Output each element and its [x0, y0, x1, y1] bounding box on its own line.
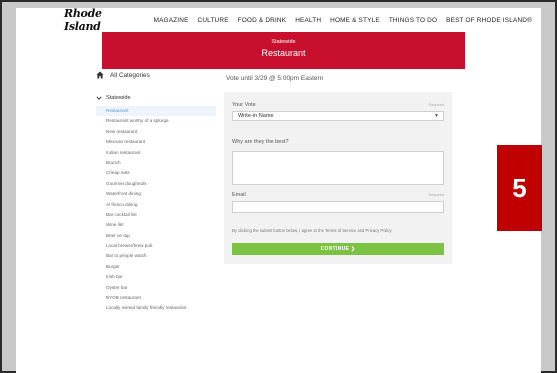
all-categories-link[interactable]: All Categories [96, 70, 216, 80]
category-item[interactable]: Mexican restaurant [96, 137, 216, 147]
vote-deadline: Vote until 3/29 @ 5:00pm Eastern [226, 75, 324, 82]
nav-item-culture[interactable]: CULTURE [198, 17, 229, 24]
required-marker: Required [428, 193, 444, 197]
your-vote-row: Your Vote Required [232, 102, 444, 108]
category-item[interactable]: Burger [96, 262, 216, 272]
category-item[interactable]: Waterfront dining [96, 189, 216, 199]
category-item[interactable]: Irish bar [96, 272, 216, 282]
nav-item-home-style[interactable]: HOME & STYLE [330, 17, 380, 24]
category-item-active[interactable]: Restaurant [96, 106, 216, 117]
category-item[interactable]: Beer on tap [96, 231, 216, 241]
top-nav: Rhode Island MAGAZINE CULTURE FOOD & DRI… [16, 8, 541, 33]
category-title: Restaurant [261, 48, 306, 58]
why-textarea[interactable] [232, 151, 444, 185]
email-label: Email [232, 192, 246, 198]
step-number-badge: 5 [497, 145, 542, 231]
continue-button[interactable]: CONTINUE ❯ [232, 243, 444, 255]
category-item[interactable]: Cheap eats [96, 168, 216, 178]
vote-select-value: Write-in Name [238, 113, 274, 119]
nav-item-magazine[interactable]: MAGAZINE [154, 17, 189, 24]
terms-text: By clicking the submit button below, I a… [232, 228, 392, 233]
category-item[interactable]: Locally owned family friendly restaurant [96, 303, 216, 313]
category-item[interactable]: Oyster bar [96, 283, 216, 293]
category-item[interactable]: Gourmet doughnuts [96, 179, 216, 189]
nav-item-things-to-do[interactable]: THINGS TO DO [389, 17, 437, 24]
nav-item-best-of-ri[interactable]: BEST OF RHODE ISLAND® [446, 17, 532, 24]
category-sidebar: All Categories Statewide Restaurant Rest… [96, 70, 216, 314]
dropdown-caret-icon: ▼ [434, 113, 439, 119]
nav-item-food-drink[interactable]: FOOD & DRINK [238, 17, 287, 24]
category-region: Statewide [271, 39, 296, 45]
email-row: Email Required [232, 192, 444, 198]
vote-select[interactable]: Write-in Name ▼ [232, 111, 444, 121]
chevron-down-icon [96, 95, 102, 101]
why-row: Why are they the best? [232, 130, 444, 148]
category-item[interactable]: Wine list [96, 220, 216, 230]
group-statewide[interactable]: Statewide [96, 95, 216, 101]
category-item[interactable]: New restaurant [96, 127, 216, 137]
category-header: Statewide Restaurant [102, 32, 465, 69]
all-categories-label: All Categories [110, 71, 150, 79]
category-item[interactable]: Bar to people watch [96, 251, 216, 261]
category-item[interactable]: Bar cocktail list [96, 210, 216, 220]
nav-item-health[interactable]: HEALTH [295, 17, 321, 24]
required-marker: Required [428, 103, 444, 107]
why-label: Why are they the best? [232, 139, 289, 145]
category-item[interactable]: Al fresco dining [96, 200, 216, 210]
your-vote-label: Your Vote [232, 102, 256, 108]
email-field[interactable] [232, 201, 444, 213]
group-label: Statewide [106, 95, 131, 101]
site-logo[interactable]: Rhode Island [64, 8, 138, 33]
category-list: Restaurant Restaurant worthy of a splurg… [96, 106, 216, 314]
category-item[interactable]: Brunch [96, 158, 216, 168]
category-item[interactable]: Indian restaurant [96, 148, 216, 158]
vote-form: Your Vote Required Write-in Name ▼ Why a… [224, 92, 452, 264]
category-item[interactable]: Restaurant worthy of a splurge [96, 116, 216, 126]
home-icon [96, 71, 104, 79]
category-item[interactable]: BYOB restaurant [96, 293, 216, 303]
category-item[interactable]: Local brewer/brew pub [96, 241, 216, 251]
